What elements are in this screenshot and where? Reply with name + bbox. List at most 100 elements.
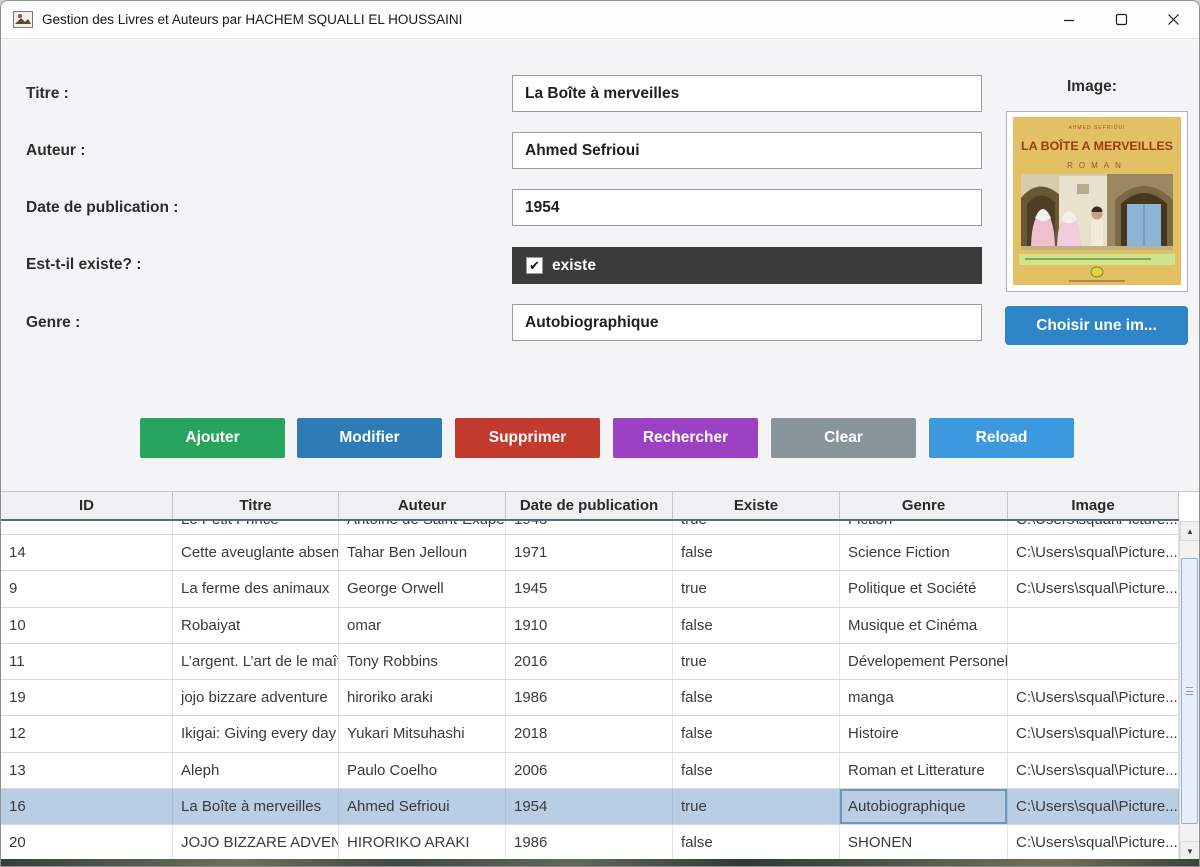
cell-existe[interactable]: false bbox=[673, 716, 840, 751]
table-vertical-scrollbar[interactable]: ▲ ▼ bbox=[1179, 521, 1200, 861]
table-row-selected[interactable]: 16 La Boîte à merveilles Ahmed Sefrioui … bbox=[1, 789, 1179, 825]
rechercher-button[interactable]: Rechercher bbox=[613, 418, 758, 458]
cell-titre[interactable]: La ferme des animaux bbox=[173, 571, 339, 606]
column-header-titre[interactable]: Titre bbox=[173, 492, 339, 519]
date-input[interactable] bbox=[512, 189, 982, 226]
cell-image[interactable] bbox=[1008, 608, 1179, 643]
supprimer-button[interactable]: Supprimer bbox=[455, 418, 600, 458]
cell-existe: true bbox=[673, 521, 840, 534]
cell-existe[interactable]: false bbox=[673, 680, 840, 715]
cell-image[interactable]: C:\Users\squal\Picture... bbox=[1008, 716, 1179, 751]
cell-existe[interactable]: true bbox=[673, 644, 840, 679]
table-row[interactable]: 12 Ikigai: Giving every day ... Yukari M… bbox=[1, 716, 1179, 752]
table-row[interactable]: 19 jojo bizzare adventure hiroriko araki… bbox=[1, 680, 1179, 716]
ajouter-button[interactable]: Ajouter bbox=[140, 418, 285, 458]
cell-genre[interactable]: Musique et Cinéma bbox=[840, 608, 1008, 643]
minimize-button[interactable] bbox=[1043, 1, 1095, 38]
cell-date[interactable]: 1945 bbox=[506, 571, 673, 606]
cell-titre[interactable]: Cette aveuglante absen... bbox=[173, 535, 339, 570]
cell-image[interactable]: C:\Users\squal\Picture... bbox=[1008, 680, 1179, 715]
table-row[interactable]: 20 JOJO BIZZARE ADVEN... HIRORIKO ARAKI … bbox=[1, 825, 1179, 861]
cell-auteur[interactable]: George Orwell bbox=[339, 571, 506, 606]
choose-image-button[interactable]: Choisir une im... bbox=[1005, 306, 1188, 345]
table-row[interactable]: 10 Robaiyat omar 1910 false Musique et C… bbox=[1, 608, 1179, 644]
cell-image[interactable]: C:\Users\squal\Picture... bbox=[1008, 535, 1179, 570]
cell-id[interactable]: 11 bbox=[1, 644, 173, 679]
close-button[interactable] bbox=[1147, 1, 1199, 38]
cell-id[interactable]: 13 bbox=[1, 753, 173, 788]
cell-image[interactable] bbox=[1008, 644, 1179, 679]
column-header-existe[interactable]: Existe bbox=[673, 492, 840, 519]
cell-image[interactable]: C:\Users\squal\Picture... bbox=[1008, 825, 1179, 860]
cell-date[interactable]: 2006 bbox=[506, 753, 673, 788]
cell-auteur[interactable]: Ahmed Sefrioui bbox=[339, 789, 506, 824]
column-header-date[interactable]: Date de publication bbox=[506, 492, 673, 519]
cell-image[interactable]: C:\Users\squal\Picture... bbox=[1008, 571, 1179, 606]
cell-auteur[interactable]: hiroriko araki bbox=[339, 680, 506, 715]
cell-id[interactable]: 20 bbox=[1, 825, 173, 860]
cell-date[interactable]: 1971 bbox=[506, 535, 673, 570]
cell-existe[interactable]: false bbox=[673, 753, 840, 788]
cell-existe[interactable]: true bbox=[673, 571, 840, 606]
cell-titre[interactable]: Robaiyat bbox=[173, 608, 339, 643]
table-row[interactable]: 9 La ferme des animaux George Orwell 194… bbox=[1, 571, 1179, 607]
table-row[interactable]: 13 Aleph Paulo Coelho 2006 false Roman e… bbox=[1, 753, 1179, 789]
cell-id[interactable]: 10 bbox=[1, 608, 173, 643]
cell-image[interactable]: C:\Users\squal\Picture... bbox=[1008, 789, 1179, 824]
cell-genre[interactable]: Roman et Litterature bbox=[840, 753, 1008, 788]
scrollbar-thumb[interactable] bbox=[1181, 558, 1198, 824]
cell-genre[interactable]: SHONEN bbox=[840, 825, 1008, 860]
cell-genre[interactable]: Dévelopement Personel bbox=[840, 644, 1008, 679]
maximize-button[interactable] bbox=[1095, 1, 1147, 38]
table-row[interactable]: 14 Cette aveuglante absen... Tahar Ben J… bbox=[1, 535, 1179, 571]
cell-date[interactable]: 1986 bbox=[506, 825, 673, 860]
cell-genre-focused[interactable]: Autobiographique bbox=[840, 789, 1008, 824]
existe-checkbox[interactable]: ✔ bbox=[526, 257, 543, 274]
cell-genre[interactable]: Science Fiction bbox=[840, 535, 1008, 570]
cell-id[interactable]: 16 bbox=[1, 789, 173, 824]
modifier-button[interactable]: Modifier bbox=[297, 418, 442, 458]
cell-date[interactable]: 2016 bbox=[506, 644, 673, 679]
cell-genre[interactable]: manga bbox=[840, 680, 1008, 715]
cell-existe[interactable]: false bbox=[673, 535, 840, 570]
cell-titre[interactable]: JOJO BIZZARE ADVEN... bbox=[173, 825, 339, 860]
cell-existe[interactable]: true bbox=[673, 789, 840, 824]
cell-auteur[interactable]: HIRORIKO ARAKI bbox=[339, 825, 506, 860]
cell-id[interactable]: 14 bbox=[1, 535, 173, 570]
column-header-id[interactable]: ID bbox=[1, 492, 173, 519]
column-header-genre[interactable]: Genre bbox=[840, 492, 1008, 519]
scroll-up-button[interactable]: ▲ bbox=[1180, 521, 1200, 541]
cell-id[interactable]: 19 bbox=[1, 680, 173, 715]
column-header-auteur[interactable]: Auteur bbox=[339, 492, 506, 519]
genre-input[interactable] bbox=[512, 304, 982, 341]
cell-genre[interactable]: Politique et Société bbox=[840, 571, 1008, 606]
cell-id[interactable]: 9 bbox=[1, 571, 173, 606]
cell-image[interactable]: C:\Users\squal\Picture... bbox=[1008, 753, 1179, 788]
scroll-down-button[interactable]: ▼ bbox=[1180, 841, 1200, 861]
cell-date[interactable]: 1986 bbox=[506, 680, 673, 715]
cell-auteur[interactable]: omar bbox=[339, 608, 506, 643]
column-header-image[interactable]: Image bbox=[1008, 492, 1179, 519]
cell-auteur[interactable]: Yukari Mitsuhashi bbox=[339, 716, 506, 751]
cell-existe[interactable]: false bbox=[673, 825, 840, 860]
cell-titre[interactable]: Ikigai: Giving every day ... bbox=[173, 716, 339, 751]
cell-titre[interactable]: L’argent. L’art de le maît. bbox=[173, 644, 339, 679]
cell-auteur[interactable]: Paulo Coelho bbox=[339, 753, 506, 788]
cell-id[interactable]: 12 bbox=[1, 716, 173, 751]
cell-titre[interactable]: La Boîte à merveilles bbox=[173, 789, 339, 824]
table-row[interactable]: 11 L’argent. L’art de le maît. Tony Robb… bbox=[1, 644, 1179, 680]
table-row-clipped[interactable]: Le Petit Prince Antoine de Saint-Exupé..… bbox=[1, 521, 1179, 535]
cell-titre[interactable]: jojo bizzare adventure bbox=[173, 680, 339, 715]
cell-auteur[interactable]: Tahar Ben Jelloun bbox=[339, 535, 506, 570]
cell-genre[interactable]: Histoire bbox=[840, 716, 1008, 751]
cell-titre[interactable]: Aleph bbox=[173, 753, 339, 788]
auteur-input[interactable] bbox=[512, 132, 982, 169]
clear-button[interactable]: Clear bbox=[771, 418, 916, 458]
cell-existe[interactable]: false bbox=[673, 608, 840, 643]
cell-date[interactable]: 1910 bbox=[506, 608, 673, 643]
cell-date[interactable]: 1954 bbox=[506, 789, 673, 824]
titre-input[interactable] bbox=[512, 75, 982, 112]
cell-date[interactable]: 2018 bbox=[506, 716, 673, 751]
cell-auteur[interactable]: Tony Robbins bbox=[339, 644, 506, 679]
reload-button[interactable]: Reload bbox=[929, 418, 1074, 458]
